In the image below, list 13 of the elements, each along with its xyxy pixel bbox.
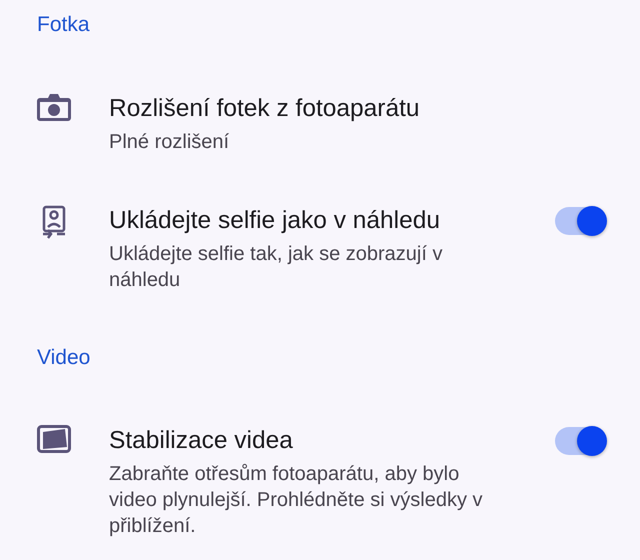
section-header: Fotka	[36, 12, 91, 38]
section-header: Video	[36, 345, 92, 371]
toggle-switch[interactable]	[555, 427, 605, 455]
person-frame-icon	[41, 205, 67, 239]
setting-description: Plné rozlišení	[109, 130, 230, 155]
camera-icon	[37, 93, 71, 123]
setting-description: Zabraňte otřesům fotoaparátu, aby bylo video plynulejší. Prohlédněte si výsledky v přiblížení.	[109, 462, 484, 539]
setting-title[interactable]: Stabilizace videa	[109, 425, 535, 457]
setting-title[interactable]: Rozlišení fotek z fotoaparátu	[109, 93, 605, 125]
setting-title[interactable]: Ukládejte selfie jako v náhledu	[109, 205, 535, 237]
toggle-switch[interactable]	[555, 207, 605, 235]
photo-frame-icon	[37, 425, 71, 453]
setting-description: Ukládejte selfie tak, jak se zobrazují v náhledu	[109, 242, 444, 293]
